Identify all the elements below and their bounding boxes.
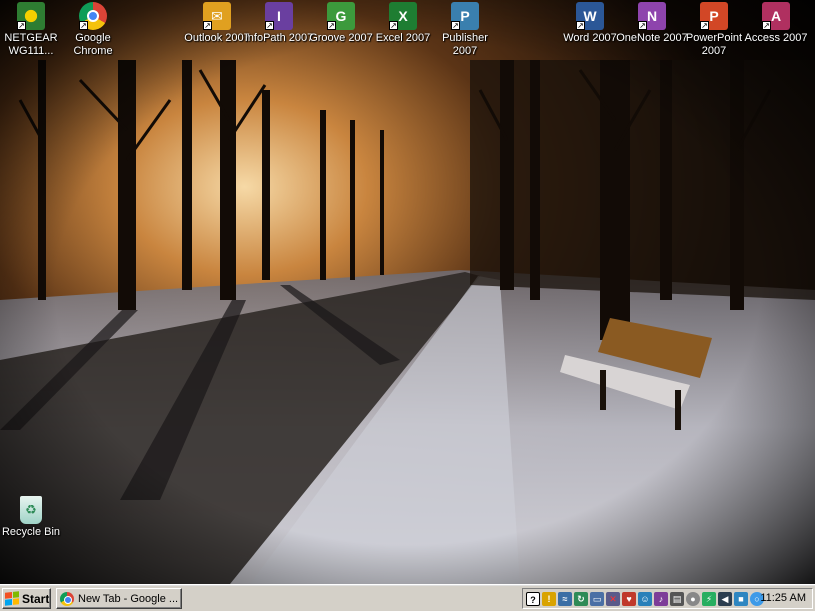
system-tray: ? ! ≈ ↻ ▭ ✕ ♥ ☺ ♪ ▤ ● ⚡ ◀ ■ ○ 11:25 AM bbox=[522, 588, 813, 609]
desktop-icon-label: Google Chrome bbox=[73, 32, 113, 57]
desktop-icon-google-chrome[interactable]: ↗ Google Chrome bbox=[57, 2, 129, 58]
powerpoint-icon: P ↗ bbox=[700, 2, 728, 30]
recycle-bin-icon: ♻ bbox=[20, 496, 42, 524]
shortcut-arrow-icon: ↗ bbox=[265, 21, 274, 30]
shortcut-arrow-icon: ↗ bbox=[17, 21, 26, 30]
desktop-icon-label: Publisher 2007 bbox=[442, 32, 488, 57]
outlook-icon: ✉ ↗ bbox=[203, 2, 231, 30]
shortcut-arrow-icon: ↗ bbox=[700, 21, 709, 30]
onenote-icon: N ↗ bbox=[638, 2, 666, 30]
windows-logo-icon bbox=[5, 591, 19, 606]
sync-icon[interactable]: ↻ bbox=[574, 591, 588, 606]
taskbar: Start New Tab - Google ... ? ! ≈ ↻ ▭ ✕ ♥… bbox=[0, 584, 815, 611]
messenger-icon[interactable]: ☺ bbox=[638, 591, 652, 606]
word-icon: W ↗ bbox=[576, 2, 604, 30]
chrome-icon bbox=[60, 591, 74, 606]
groove-icon: G ↗ bbox=[327, 2, 355, 30]
media-icon[interactable]: ♪ bbox=[654, 591, 668, 606]
shortcut-arrow-icon: ↗ bbox=[638, 21, 647, 30]
shortcut-arrow-icon: ↗ bbox=[451, 21, 460, 30]
network-disconnected-icon[interactable]: ✕ bbox=[606, 591, 620, 606]
shortcut-arrow-icon: ↗ bbox=[389, 21, 398, 30]
desktop-icon-label: Recycle Bin bbox=[1, 526, 61, 538]
desktop-wallpaper bbox=[0, 0, 815, 584]
shortcut-arrow-icon: ↗ bbox=[576, 21, 585, 30]
shortcut-arrow-icon: ↗ bbox=[762, 21, 771, 30]
shield-icon[interactable]: ! bbox=[542, 591, 556, 606]
access-icon: A ↗ bbox=[762, 2, 790, 30]
help-icon[interactable]: ? bbox=[526, 591, 540, 606]
shortcut-arrow-icon: ↗ bbox=[203, 21, 212, 30]
netgear-wireless-icon: ↗ bbox=[17, 2, 45, 30]
shortcut-arrow-icon: ↗ bbox=[79, 21, 88, 30]
mail-icon[interactable]: ♥ bbox=[622, 591, 636, 606]
desktop-icon-access[interactable]: A ↗ Access 2007 bbox=[740, 2, 812, 45]
network-icon[interactable]: ≈ bbox=[558, 591, 572, 606]
taskbar-button-label: New Tab - Google ... bbox=[78, 592, 179, 605]
start-button-label: Start bbox=[22, 591, 50, 606]
desktop-icon-recycle-bin[interactable]: ♻ Recycle Bin bbox=[0, 496, 67, 539]
security-icon[interactable]: ■ bbox=[734, 591, 748, 606]
chrome-icon: ↗ bbox=[79, 2, 107, 30]
wallpaper-image bbox=[0, 0, 815, 584]
printer-icon[interactable]: ▤ bbox=[670, 591, 684, 606]
start-button[interactable]: Start bbox=[2, 588, 51, 609]
desktop-icon-label: Access 2007 bbox=[744, 32, 808, 44]
desktop-icon-publisher[interactable]: P ↗ Publisher 2007 bbox=[429, 2, 501, 58]
infopath-icon: I ↗ bbox=[265, 2, 293, 30]
display-icon[interactable]: ▭ bbox=[590, 591, 604, 606]
usb-icon[interactable]: ⚡ bbox=[702, 591, 716, 606]
publisher-icon: P ↗ bbox=[451, 2, 479, 30]
taskbar-clock[interactable]: 11:25 AM bbox=[760, 592, 806, 604]
volume-icon[interactable]: ◀ bbox=[718, 591, 732, 606]
shortcut-arrow-icon: ↗ bbox=[327, 21, 336, 30]
disc-icon[interactable]: ● bbox=[686, 591, 700, 606]
taskbar-button-chrome[interactable]: New Tab - Google ... bbox=[56, 588, 182, 609]
excel-icon: X ↗ bbox=[389, 2, 417, 30]
